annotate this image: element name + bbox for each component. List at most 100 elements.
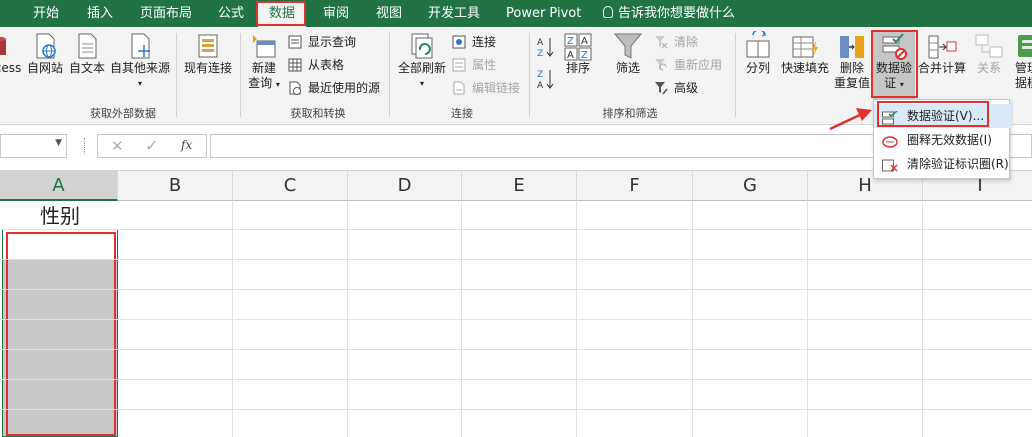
- web-icon: [30, 31, 60, 61]
- filter-label: 筛选: [615, 61, 640, 75]
- from-other-sources-label: 自其他来源: [109, 61, 170, 75]
- consolidate-button[interactable]: 合并计算: [916, 31, 968, 76]
- connections-icon: [452, 35, 466, 49]
- tab-insert[interactable]: 插入: [87, 0, 113, 27]
- reapply-button[interactable]: 重新应用: [654, 55, 722, 75]
- edit-links-button[interactable]: 编辑链接: [452, 78, 520, 98]
- manage-data-model-label-2: 据模: [1014, 76, 1032, 90]
- from-table-button[interactable]: 从表格: [288, 55, 344, 75]
- edit-links-icon: [452, 81, 466, 95]
- sort-icon: ZAAZ: [563, 31, 593, 61]
- from-text-button[interactable]: 自文本: [67, 31, 107, 76]
- consolidate-icon: [927, 31, 957, 61]
- clear-filter-button[interactable]: 清除: [654, 32, 698, 52]
- column-header-f[interactable]: F: [577, 171, 693, 201]
- tab-review[interactable]: 审阅: [323, 0, 349, 27]
- filter-button[interactable]: 筛选: [612, 31, 644, 76]
- svg-text:Z: Z: [537, 49, 543, 59]
- column-header-c[interactable]: C: [233, 171, 348, 201]
- svg-text:A: A: [567, 50, 574, 61]
- insert-function-icon[interactable]: fx: [181, 138, 192, 152]
- enter-check-icon[interactable]: ✓: [145, 136, 158, 155]
- range-highlight-box: [6, 232, 116, 436]
- grid-line: [0, 379, 1032, 380]
- svg-text:Z: Z: [537, 70, 543, 80]
- properties-button[interactable]: 属性: [452, 55, 496, 75]
- cancel-icon[interactable]: ✕: [111, 137, 124, 155]
- consolidate-label: 合并计算: [917, 61, 966, 75]
- recent-sources-label: 最近使用的源: [308, 81, 381, 95]
- grid-line: [0, 229, 1032, 230]
- formula-bar-grip[interactable]: [84, 138, 87, 154]
- tab-page-layout[interactable]: 页面布局: [140, 0, 192, 27]
- relationships-button[interactable]: 关系: [972, 31, 1006, 76]
- refresh-all-button[interactable]: 全部刷新 ▾: [395, 31, 449, 91]
- column-header-d[interactable]: D: [348, 171, 462, 201]
- advanced-filter-label: 高级: [674, 81, 699, 95]
- formula-controls: ✕ ✓ fx: [97, 134, 207, 158]
- menu-item-clear-circles-label: 清除验证标识圈(R): [907, 157, 1009, 171]
- text-to-columns-label: 分列: [745, 61, 770, 75]
- table-icon: [288, 58, 302, 72]
- menu-item-clear-circles[interactable]: 清除验证标识圈(R): [874, 152, 1011, 176]
- tab-developer[interactable]: 开发工具: [428, 0, 480, 27]
- tell-me-box[interactable]: 告诉我你想要做什么: [603, 0, 735, 27]
- svg-text:Z: Z: [567, 36, 574, 47]
- connections-button[interactable]: 连接: [452, 32, 496, 52]
- flash-fill-label: 快速填充: [780, 61, 829, 75]
- menu-item-circle-invalid[interactable]: 圈释无效数据(I): [874, 128, 1011, 152]
- remove-duplicates-button[interactable]: 删除 重复值: [832, 31, 872, 91]
- ribbon-divider: [389, 33, 390, 117]
- edit-links-label: 编辑链接: [472, 81, 521, 95]
- manage-data-model-button[interactable]: 管理 据模: [1010, 31, 1032, 91]
- grid-line: [0, 259, 1032, 260]
- ribbon-divider: [240, 33, 241, 117]
- tab-highlight-box: [256, 1, 306, 26]
- existing-connections-button[interactable]: 现有连接: [181, 31, 235, 76]
- recent-sources-button[interactable]: 最近使用的源: [288, 78, 380, 98]
- relationships-icon: [974, 31, 1004, 61]
- sort-ascending-icon: AZ: [537, 38, 554, 59]
- column-header-a[interactable]: A: [0, 171, 118, 201]
- from-access-button[interactable]: cess: [0, 31, 22, 76]
- column-header-g[interactable]: G: [693, 171, 808, 201]
- tab-formulas[interactable]: 公式: [218, 0, 244, 27]
- from-web-label: 自网站: [26, 61, 63, 75]
- new-query-label-1: 新建: [251, 61, 276, 75]
- name-box[interactable]: ▼: [0, 134, 67, 158]
- from-web-button[interactable]: 自网站: [25, 31, 65, 76]
- sort-az-button[interactable]: AZ: [536, 35, 556, 59]
- grid-line: [0, 349, 1032, 350]
- chevron-down-icon: ▼: [55, 138, 62, 148]
- svg-text:A: A: [537, 38, 544, 48]
- reapply-label: 重新应用: [674, 58, 723, 72]
- column-header-e[interactable]: E: [462, 171, 577, 201]
- from-access-label: cess: [0, 61, 22, 75]
- text-to-columns-button[interactable]: 分列: [740, 29, 776, 76]
- column-header-b[interactable]: B: [118, 171, 233, 201]
- grid-line: [0, 409, 1032, 410]
- sort-label: 排序: [565, 61, 590, 75]
- sort-za-button[interactable]: ZA: [536, 67, 556, 91]
- properties-icon: [452, 58, 466, 72]
- remove-duplicates-label-2: 重复值: [833, 76, 870, 90]
- group-label-get-external-data: 获取外部数据: [90, 107, 156, 120]
- new-query-button[interactable]: 新建 查询 ▾: [245, 31, 283, 92]
- existing-connections-label: 现有连接: [183, 61, 232, 75]
- group-label-connections: 连接: [451, 107, 473, 120]
- tab-home[interactable]: 开始: [33, 0, 59, 27]
- tab-power-pivot[interactable]: Power Pivot: [506, 0, 581, 27]
- from-other-sources-button[interactable]: 自其他来源 ▾: [108, 31, 172, 91]
- advanced-filter-button[interactable]: 高级: [654, 78, 698, 98]
- refresh-all-label: 全部刷新: [397, 61, 446, 75]
- flash-fill-button[interactable]: 快速填充: [779, 31, 831, 76]
- tab-view[interactable]: 视图: [376, 0, 402, 27]
- show-queries-button[interactable]: 显示查询: [288, 32, 356, 52]
- other-sources-icon: [125, 31, 155, 61]
- clear-filter-label: 清除: [674, 35, 699, 49]
- sort-button[interactable]: ZAAZ 排序: [562, 31, 594, 76]
- cell-a1[interactable]: 性别: [2, 202, 118, 230]
- svg-text:A: A: [581, 36, 588, 47]
- recent-sources-icon: [288, 81, 302, 95]
- svg-text:A: A: [537, 81, 544, 91]
